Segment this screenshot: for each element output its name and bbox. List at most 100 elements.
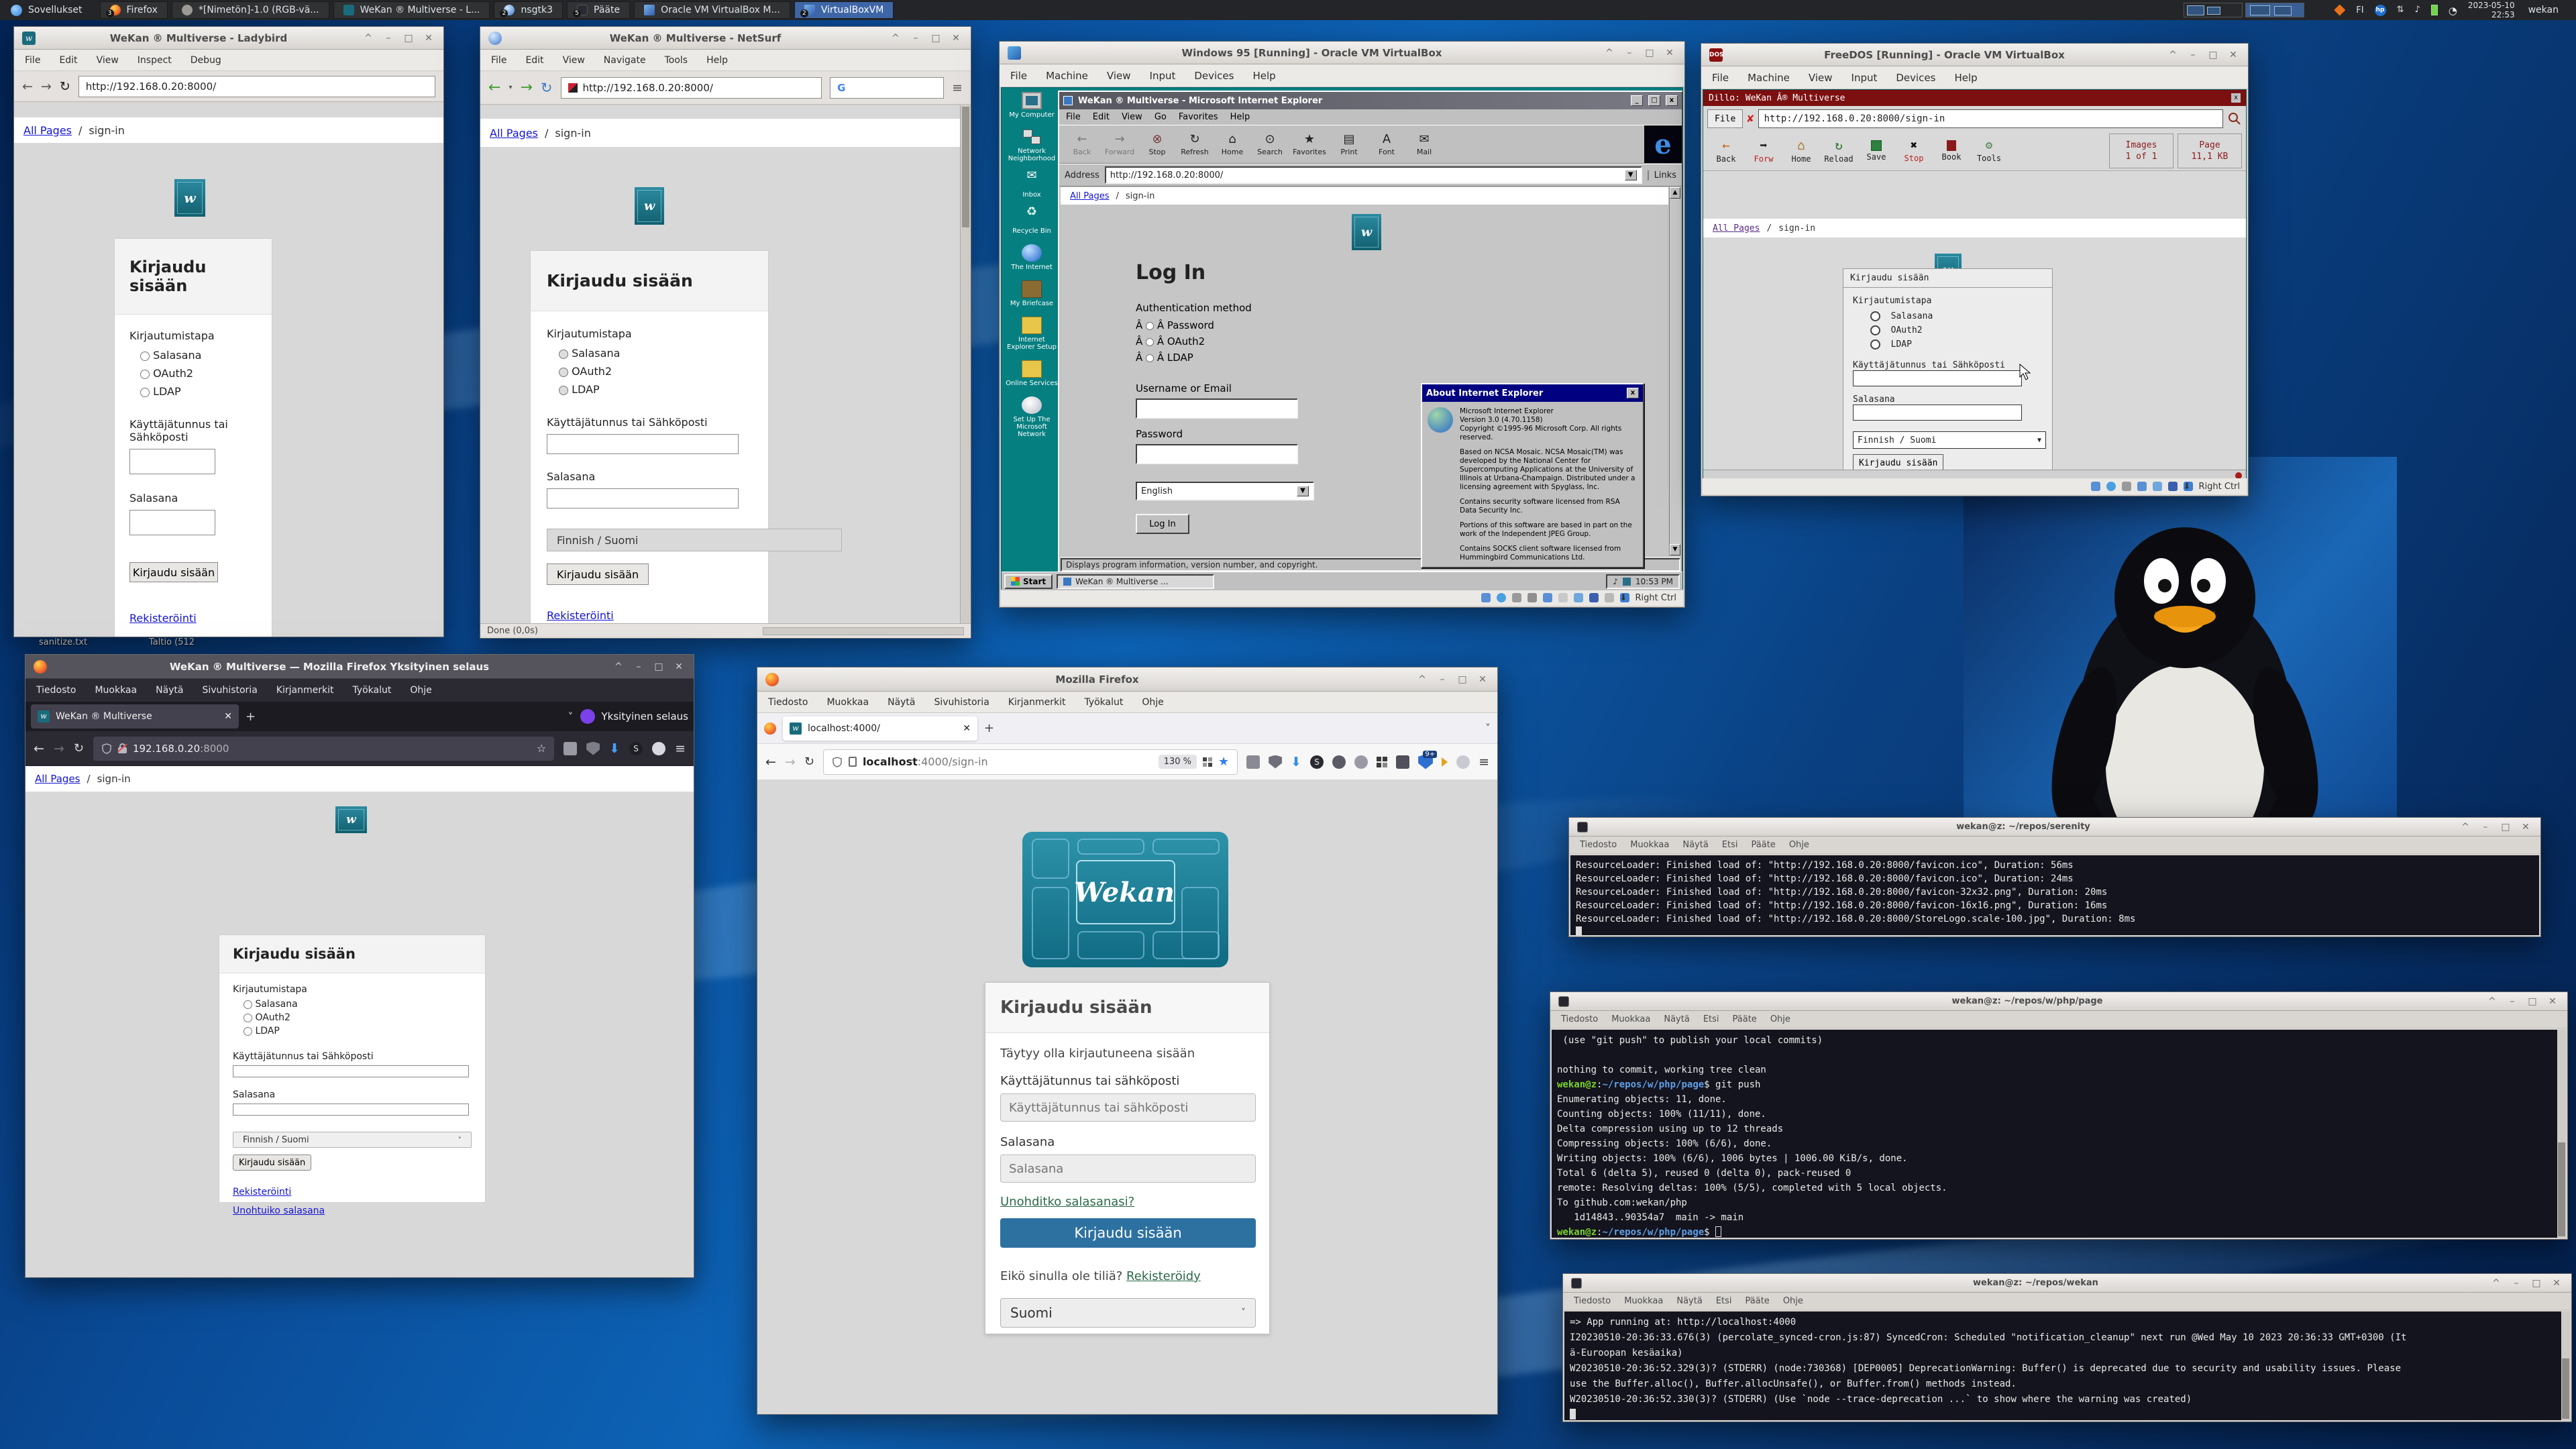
- menu-file[interactable]: File: [25, 55, 40, 66]
- login-button[interactable]: Log In: [1136, 514, 1189, 534]
- menu-edit[interactable]: Edit: [525, 55, 543, 66]
- taskbar-item-wekan-ladybird[interactable]: WeKan ® Multiverse - L...: [333, 1, 490, 19]
- language-select[interactable]: Suomi˅: [1000, 1298, 1256, 1328]
- ie-scrollbar[interactable]: ▲ ▼: [1669, 187, 1680, 555]
- menu-terminal[interactable]: Pääte: [1746, 1296, 1770, 1306]
- volume-icon[interactable]: ♪: [1613, 577, 1618, 586]
- menu-edit[interactable]: Muokkaa: [1624, 1296, 1663, 1306]
- window-titlebar[interactable]: Windows 95 [Running] - Oracle VM Virtual…: [1000, 42, 1684, 64]
- menu-terminal[interactable]: Pääte: [1752, 840, 1776, 850]
- applications-menu[interactable]: Sovellukset: [0, 0, 93, 20]
- s-extension-icon[interactable]: S: [629, 742, 643, 755]
- menu-navigate[interactable]: Navigate: [604, 55, 646, 66]
- screenshot-icon[interactable]: [1203, 757, 1212, 767]
- search-icon[interactable]: [2227, 111, 2242, 126]
- ie-stop-button[interactable]: ⊗Stop: [1140, 127, 1175, 162]
- window-titlebar[interactable]: WeKan ® Multiverse — Mozilla Firefox Yks…: [25, 655, 694, 679]
- menu-help[interactable]: Help: [1954, 72, 1977, 84]
- fingerprint-extension-icon[interactable]: [652, 742, 665, 755]
- menu-machine[interactable]: Machine: [1046, 70, 1088, 82]
- window-titlebar[interactable]: Mozilla Firefox ^–□✕: [757, 667, 1497, 692]
- close-button[interactable]: ✕: [1476, 674, 1489, 685]
- password-input[interactable]: [1136, 444, 1298, 464]
- menu-devices[interactable]: Devices: [1896, 72, 1935, 84]
- shade-button[interactable]: ^: [1603, 48, 1616, 58]
- forward-button[interactable]: →: [54, 741, 64, 756]
- radio-oauth2[interactable]: [1870, 325, 1880, 335]
- maximize-button[interactable]: □: [1648, 95, 1660, 106]
- desktop-icon-the-internet[interactable]: The Internet: [1006, 244, 1058, 271]
- menu-help[interactable]: Help: [706, 55, 728, 66]
- menu-file[interactable]: File: [491, 55, 506, 66]
- reload-button[interactable]: ↻: [60, 79, 70, 94]
- shade-button[interactable]: ^: [2485, 996, 2499, 1007]
- close-button[interactable]: x: [1666, 95, 1678, 106]
- signin-button[interactable]: Kirjaudu sisään: [233, 1155, 311, 1171]
- maximize-button[interactable]: □: [1456, 674, 1469, 685]
- username-input[interactable]: [547, 434, 739, 454]
- radio-ldap[interactable]: [244, 1027, 252, 1036]
- desktop-icon-my-computer[interactable]: My Computer: [1006, 92, 1058, 119]
- forgot-password-link[interactable]: Unohtuiko salasana: [233, 1205, 472, 1216]
- menu-help[interactable]: Ohje: [1770, 1014, 1790, 1024]
- menu-edit[interactable]: Edit: [59, 55, 77, 66]
- back-button[interactable]: ←: [765, 755, 776, 769]
- password-input[interactable]: [1853, 405, 2022, 421]
- shade-button[interactable]: ^: [2459, 822, 2472, 833]
- radio-ldap[interactable]: [1146, 354, 1154, 362]
- ie-font-button[interactable]: AFont: [1369, 127, 1404, 162]
- language-select[interactable]: Finnish / Suomi˅: [233, 1132, 472, 1148]
- browser-tab[interactable]: w localhost:4000/ ✕: [783, 716, 977, 741]
- shade-button[interactable]: ^: [2166, 50, 2180, 60]
- maximize-button[interactable]: □: [652, 661, 665, 672]
- horizontal-scrollbar[interactable]: [763, 627, 964, 635]
- close-button[interactable]: ✕: [2519, 822, 2532, 833]
- menu-view[interactable]: View: [1122, 112, 1142, 122]
- radio-oauth2[interactable]: [1146, 338, 1154, 346]
- terminal-output[interactable]: (use "git push" to publish your local co…: [1552, 1030, 2557, 1238]
- desktop-icon-label[interactable]: Taltio (512: [149, 637, 195, 647]
- username-input[interactable]: [1000, 1093, 1256, 1122]
- menu-file[interactable]: Tiedosto: [768, 697, 808, 708]
- url-bar[interactable]: 192.168.0.20:8000 ☆: [93, 737, 554, 761]
- dialog-titlebar[interactable]: About Internet Explorer x: [1422, 384, 1643, 402]
- menu-edit[interactable]: Muokkaa: [1611, 1014, 1650, 1024]
- language-select[interactable]: Finnish / Suomi: [547, 529, 842, 551]
- maximize-button[interactable]: □: [929, 33, 943, 44]
- menu-bookmarks[interactable]: Kirjanmerkit: [276, 685, 334, 696]
- desktop-icon-msn-setup[interactable]: Set Up The Microsoft Network: [1006, 396, 1058, 438]
- menu-terminal[interactable]: Pääte: [1733, 1014, 1757, 1024]
- menu-tools[interactable]: Työkalut: [352, 685, 391, 696]
- minimize-button[interactable]: –: [2479, 822, 2492, 833]
- language-select[interactable]: English▼: [1136, 482, 1314, 500]
- taskbar-item-virtualboxvm[interactable]: VirtualBoxVM2: [794, 1, 894, 19]
- desktop-icon-recycle-bin[interactable]: ♻Recycle Bin: [1006, 208, 1058, 235]
- menu-view[interactable]: Näytä: [1682, 840, 1708, 850]
- url-bar[interactable]: http://192.168.0.20:8000/: [561, 77, 822, 99]
- desktop-icon-online-services[interactable]: Online Services: [1006, 360, 1058, 387]
- ublock-icon[interactable]: 9+: [1418, 755, 1433, 769]
- display-icon[interactable]: [1623, 578, 1631, 586]
- browser-tab[interactable]: w WeKan ® Multiverse ✕: [31, 704, 239, 729]
- back-dropdown[interactable]: ▾: [508, 84, 512, 91]
- menu-tools[interactable]: Työkalut: [1084, 697, 1123, 708]
- radio-password[interactable]: [1870, 311, 1880, 321]
- forgot-password-link[interactable]: Unohtuiko salasana: [129, 635, 257, 637]
- extension-icon[interactable]: [1246, 755, 1260, 769]
- all-pages-link[interactable]: All Pages: [490, 127, 538, 140]
- menu-view[interactable]: View: [563, 55, 585, 66]
- radio-ldap[interactable]: [140, 388, 150, 397]
- password-input[interactable]: [1000, 1155, 1256, 1183]
- extension-icon[interactable]: [1332, 755, 1346, 769]
- shade-button[interactable]: ^: [362, 33, 375, 44]
- scroll-up-arrow[interactable]: ▲: [1670, 187, 1680, 199]
- minimize-button[interactable]: –: [909, 33, 922, 44]
- extension-icon[interactable]: [1354, 755, 1368, 769]
- dillo-url-bar[interactable]: http://192.168.0.20:8000/sign-in: [1758, 109, 2223, 128]
- extension-icon[interactable]: [564, 742, 577, 755]
- all-pages-link[interactable]: All Pages: [1713, 223, 1760, 233]
- maximize-button[interactable]: □: [2530, 1278, 2543, 1289]
- close-button[interactable]: ✕: [2546, 996, 2559, 1007]
- dillo-reload-button[interactable]: ↻Reload: [1820, 133, 1858, 169]
- dillo-save-button[interactable]: Save: [1858, 133, 1895, 169]
